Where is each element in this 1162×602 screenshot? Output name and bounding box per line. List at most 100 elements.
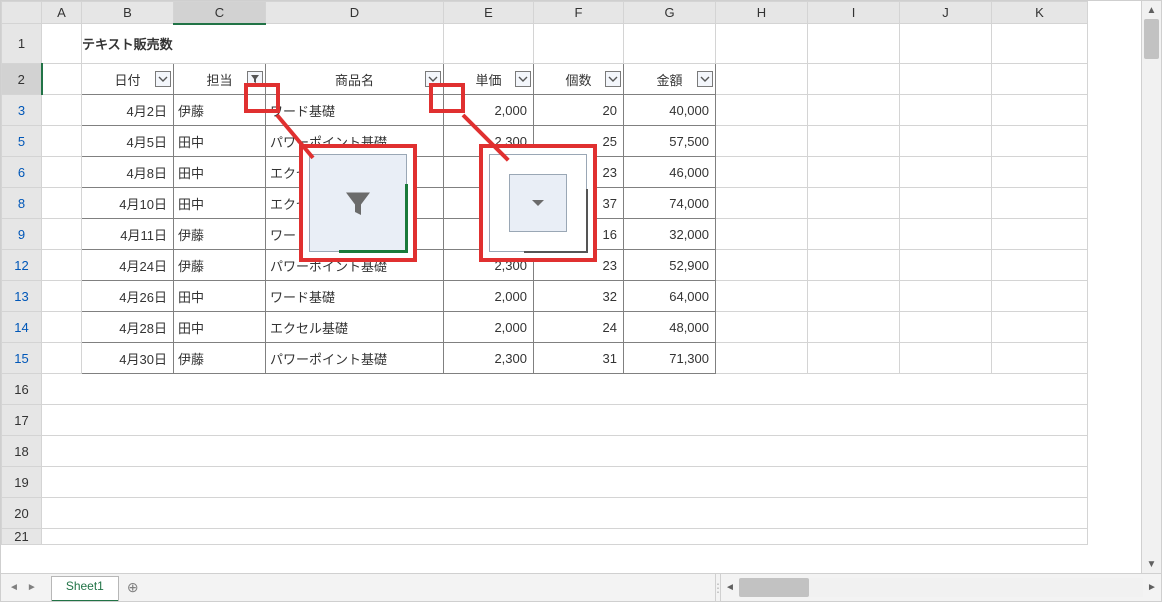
cell-amount[interactable]: 32,000	[624, 219, 716, 250]
cell[interactable]	[716, 219, 808, 250]
cell-person[interactable]: 伊藤	[174, 250, 266, 281]
cell[interactable]	[42, 312, 82, 343]
cell[interactable]	[808, 250, 900, 281]
cell-person[interactable]: 田中	[174, 126, 266, 157]
sheet-area[interactable]: A B C D E F G H I J K 1 テキスト販売数	[1, 1, 1141, 573]
col-j[interactable]: J	[900, 2, 992, 24]
col-g[interactable]: G	[624, 2, 716, 24]
cell-date[interactable]: 4月11日	[82, 219, 174, 250]
spreadsheet-grid[interactable]: A B C D E F G H I J K 1 テキスト販売数	[1, 1, 1088, 545]
row-header[interactable]: 8	[2, 188, 42, 219]
filter-button-qty[interactable]	[605, 71, 621, 87]
scroll-right-button[interactable]: ►	[1143, 574, 1161, 601]
cell-amount[interactable]: 74,000	[624, 188, 716, 219]
cell[interactable]	[808, 281, 900, 312]
filter-button-price[interactable]	[515, 71, 531, 87]
cell[interactable]	[42, 281, 82, 312]
filter-button-date[interactable]	[155, 71, 171, 87]
cell[interactable]	[716, 157, 808, 188]
cell-amount[interactable]: 64,000	[624, 281, 716, 312]
header-qty[interactable]: 個数	[534, 64, 624, 95]
cell[interactable]	[42, 436, 1088, 467]
cell-qty[interactable]: 20	[534, 95, 624, 126]
col-a[interactable]: A	[42, 2, 82, 24]
cell[interactable]	[992, 126, 1088, 157]
scroll-up-button[interactable]: ▲	[1142, 1, 1161, 19]
cell[interactable]	[900, 157, 992, 188]
cell[interactable]	[992, 188, 1088, 219]
cell-person[interactable]: 田中	[174, 157, 266, 188]
cell[interactable]	[716, 95, 808, 126]
cell-a2[interactable]	[42, 64, 82, 95]
cell-person[interactable]: 田中	[174, 312, 266, 343]
cell-person[interactable]: 伊藤	[174, 343, 266, 374]
sheet-tab[interactable]: Sheet1	[51, 576, 119, 601]
row-header[interactable]: 3	[2, 95, 42, 126]
cell[interactable]	[42, 343, 82, 374]
cell-amount[interactable]: 48,000	[624, 312, 716, 343]
cell[interactable]	[808, 157, 900, 188]
col-d[interactable]: D	[266, 2, 444, 24]
cell-date[interactable]: 4月2日	[82, 95, 174, 126]
cell[interactable]	[808, 312, 900, 343]
cell[interactable]	[992, 343, 1088, 374]
row-header[interactable]: 5	[2, 126, 42, 157]
cell[interactable]	[900, 250, 992, 281]
add-sheet-button[interactable]: ⊕	[119, 574, 147, 601]
cell[interactable]	[992, 219, 1088, 250]
header-product[interactable]: 商品名	[266, 64, 444, 95]
cell-amount[interactable]: 52,900	[624, 250, 716, 281]
cell-date[interactable]: 4月5日	[82, 126, 174, 157]
cell[interactable]	[900, 281, 992, 312]
row-header[interactable]: 21	[2, 529, 42, 545]
cell-e1[interactable]	[444, 24, 534, 64]
row-header-1[interactable]: 1	[2, 24, 42, 64]
cell[interactable]	[900, 95, 992, 126]
row-header[interactable]: 13	[2, 281, 42, 312]
scroll-down-button[interactable]: ▼	[1142, 555, 1161, 573]
scroll-left-button[interactable]: ◄	[721, 574, 739, 601]
row-header[interactable]: 17	[2, 405, 42, 436]
row-header[interactable]: 16	[2, 374, 42, 405]
cell-amount[interactable]: 46,000	[624, 157, 716, 188]
filter-button-amount[interactable]	[697, 71, 713, 87]
cell-date[interactable]: 4月10日	[82, 188, 174, 219]
title-cell[interactable]: テキスト販売数	[82, 24, 444, 64]
cell[interactable]	[900, 126, 992, 157]
cell[interactable]	[716, 281, 808, 312]
cell[interactable]	[808, 95, 900, 126]
cell-qty[interactable]: 31	[534, 343, 624, 374]
col-h[interactable]: H	[716, 2, 808, 24]
cell-price[interactable]: 2,300	[444, 343, 534, 374]
cell-k2[interactable]	[992, 64, 1088, 95]
select-all-corner[interactable]	[2, 2, 42, 24]
cell-person[interactable]: 田中	[174, 188, 266, 219]
cell-h2[interactable]	[716, 64, 808, 95]
cell[interactable]	[900, 188, 992, 219]
cell[interactable]	[900, 312, 992, 343]
cell-i2[interactable]	[808, 64, 900, 95]
cell[interactable]	[808, 126, 900, 157]
cell[interactable]	[42, 126, 82, 157]
row-header[interactable]: 12	[2, 250, 42, 281]
cell-qty[interactable]: 32	[534, 281, 624, 312]
col-k[interactable]: K	[992, 2, 1088, 24]
cell[interactable]	[716, 188, 808, 219]
row-header[interactable]: 15	[2, 343, 42, 374]
cell[interactable]	[42, 250, 82, 281]
cell-person[interactable]: 伊藤	[174, 219, 266, 250]
scroll-track[interactable]	[739, 578, 1143, 597]
cell[interactable]	[42, 157, 82, 188]
row-header[interactable]: 9	[2, 219, 42, 250]
cell-j1[interactable]	[900, 24, 992, 64]
cell[interactable]	[42, 529, 1088, 545]
cell[interactable]	[900, 343, 992, 374]
cell-date[interactable]: 4月24日	[82, 250, 174, 281]
cell[interactable]	[992, 281, 1088, 312]
cell-date[interactable]: 4月28日	[82, 312, 174, 343]
col-f[interactable]: F	[534, 2, 624, 24]
cell[interactable]	[992, 312, 1088, 343]
col-c[interactable]: C	[174, 2, 266, 24]
cell-g1[interactable]	[624, 24, 716, 64]
cell[interactable]	[808, 343, 900, 374]
